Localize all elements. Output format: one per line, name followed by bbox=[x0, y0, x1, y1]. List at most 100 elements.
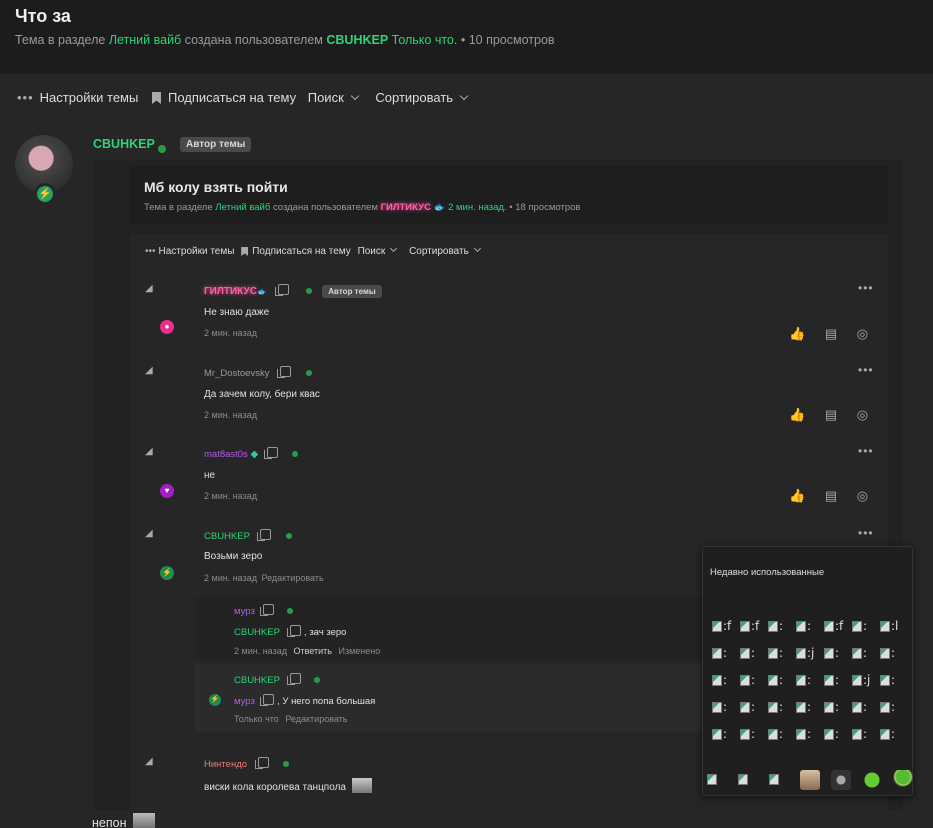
emoji-cell[interactable]: : bbox=[880, 673, 895, 687]
reply-author[interactable]: CBUHKEP bbox=[234, 675, 280, 686]
subscribe-button[interactable]: Подписаться на тему bbox=[151, 90, 296, 105]
emoji-cell[interactable]: : bbox=[796, 673, 811, 687]
emoji-cell[interactable]: : bbox=[712, 646, 727, 660]
emoji-cell[interactable]: : bbox=[796, 619, 811, 633]
broccoli-sticker-icon[interactable] bbox=[893, 770, 913, 790]
broken-image-icon[interactable] bbox=[738, 774, 748, 785]
more-dots-icon[interactable]: ••• bbox=[858, 444, 874, 458]
edit-link[interactable]: Редактировать bbox=[261, 573, 323, 583]
copy-icon[interactable] bbox=[287, 625, 302, 637]
emoji-cell[interactable]: : bbox=[824, 727, 839, 741]
broken-image-icon bbox=[880, 702, 890, 713]
monkey-sticker-icon[interactable] bbox=[831, 770, 851, 790]
emoji-cell[interactable]: : bbox=[852, 646, 867, 660]
like-icon[interactable]: 👍 bbox=[789, 488, 805, 503]
broken-image-icon bbox=[712, 621, 722, 632]
emoji-cell[interactable]: :j bbox=[852, 673, 870, 687]
more-dots-icon[interactable]: ••• bbox=[858, 526, 874, 540]
broken-image-icon bbox=[768, 702, 778, 713]
emoji-cell[interactable]: : bbox=[824, 700, 839, 714]
frog-sticker-icon[interactable] bbox=[862, 770, 882, 790]
emoji-cell[interactable]: :j bbox=[796, 646, 814, 660]
author-link[interactable]: CBUHKEP bbox=[326, 33, 388, 47]
more-dots-icon[interactable]: ••• bbox=[858, 281, 874, 295]
reply-icon[interactable]: ▤ bbox=[825, 326, 837, 341]
reply-icon[interactable]: ▤ bbox=[825, 407, 837, 422]
search-dropdown[interactable]: Поиск bbox=[308, 90, 360, 105]
like-icon[interactable]: 👍 bbox=[789, 407, 805, 422]
hide-icon[interactable]: ◎ bbox=[857, 326, 868, 341]
emoji-cell[interactable]: : bbox=[768, 673, 783, 687]
copy-icon[interactable] bbox=[257, 529, 272, 541]
emoji-cell[interactable]: : bbox=[796, 727, 811, 741]
like-icon[interactable]: 👍 bbox=[789, 326, 805, 341]
sort-dropdown[interactable]: Сортировать bbox=[375, 90, 469, 105]
emoji-cell[interactable]: : bbox=[740, 673, 755, 687]
emoji-cell[interactable]: : bbox=[740, 727, 755, 741]
more-dots-icon: ••• bbox=[145, 246, 156, 257]
settings-button[interactable]: ••• Настройки темы bbox=[17, 90, 138, 105]
emoji-cell[interactable]: : bbox=[740, 700, 755, 714]
emoji-cell[interactable]: :f bbox=[712, 619, 731, 633]
emoji-cell[interactable]: :f bbox=[824, 619, 843, 633]
post-author[interactable]: CBUHKEP bbox=[93, 137, 155, 151]
emoji-code: : bbox=[751, 673, 756, 687]
comment-author[interactable]: Mr_Dostoevsky bbox=[204, 368, 269, 379]
reply-link[interactable]: Ответить bbox=[293, 646, 331, 656]
broken-image-icon bbox=[852, 702, 862, 713]
copy-icon[interactable] bbox=[260, 694, 275, 706]
emoji-cell[interactable]: : bbox=[852, 727, 867, 741]
broken-image-icon bbox=[852, 675, 862, 686]
more-dots-icon[interactable]: ••• bbox=[858, 363, 874, 377]
emoji-code: : bbox=[751, 700, 756, 714]
emoji-cell[interactable]: : bbox=[852, 700, 867, 714]
emoji-cell[interactable]: : bbox=[740, 646, 755, 660]
emoji-cell[interactable]: : bbox=[768, 646, 783, 660]
editor-text[interactable]: непон bbox=[92, 813, 155, 828]
emoji-cell[interactable]: : bbox=[880, 700, 895, 714]
broken-image-icon bbox=[740, 621, 750, 632]
copy-icon[interactable] bbox=[254, 757, 269, 769]
section-link[interactable]: Летний вайб bbox=[109, 33, 181, 47]
emoji-cell[interactable]: :l bbox=[880, 619, 898, 633]
emoji-cell[interactable]: : bbox=[768, 619, 783, 633]
copy-icon[interactable] bbox=[277, 366, 292, 378]
hide-icon[interactable]: ◎ bbox=[857, 488, 868, 503]
emoji-code: : bbox=[723, 700, 728, 714]
emoji-cell[interactable]: : bbox=[824, 646, 839, 660]
broken-image-icon[interactable] bbox=[707, 774, 717, 785]
comment-author[interactable]: mat8ast0s bbox=[204, 449, 248, 460]
emoji-cell[interactable]: : bbox=[712, 727, 727, 741]
copy-icon[interactable] bbox=[274, 284, 289, 296]
emoji-code: : bbox=[807, 673, 812, 687]
comment-header: mat8ast0s ◆ bbox=[204, 447, 299, 460]
comment-author[interactable]: Нинтендо bbox=[204, 759, 247, 770]
copy-icon[interactable] bbox=[260, 604, 275, 616]
reply-author[interactable]: мурз bbox=[234, 606, 255, 617]
edit-link[interactable]: Редактировать bbox=[285, 714, 347, 724]
emoji-cell[interactable]: : bbox=[880, 646, 895, 660]
cat-sticker-icon[interactable] bbox=[800, 770, 820, 790]
reply-icon[interactable]: ▤ bbox=[825, 488, 837, 503]
emoji-cell[interactable]: : bbox=[880, 727, 895, 741]
copy-icon[interactable] bbox=[287, 673, 302, 685]
emoji-cell[interactable]: : bbox=[712, 673, 727, 687]
emoji-cell[interactable]: : bbox=[852, 619, 867, 633]
emoji-code: : bbox=[751, 727, 756, 741]
copy-icon[interactable] bbox=[263, 447, 278, 459]
broken-image-icon[interactable] bbox=[769, 774, 779, 785]
emoji-cell[interactable]: : bbox=[712, 700, 727, 714]
hide-icon[interactable]: ◎ bbox=[857, 407, 868, 422]
emoji-code: : bbox=[835, 700, 840, 714]
online-dot bbox=[305, 288, 312, 294]
emoji-cell[interactable]: :f bbox=[740, 619, 759, 633]
emoji-cell[interactable]: : bbox=[824, 673, 839, 687]
comment-author[interactable]: CBUHKEP bbox=[204, 531, 250, 542]
emoji-cell[interactable]: : bbox=[768, 727, 783, 741]
emoji-cell[interactable]: : bbox=[768, 700, 783, 714]
comment-text: Возьми зеро bbox=[204, 551, 263, 562]
comment-author[interactable]: ГИЛТИКУС bbox=[204, 286, 257, 297]
emoji-cell[interactable]: : bbox=[796, 700, 811, 714]
broken-image-icon bbox=[768, 648, 778, 659]
comment-time: 2 мин. назад bbox=[204, 328, 257, 338]
